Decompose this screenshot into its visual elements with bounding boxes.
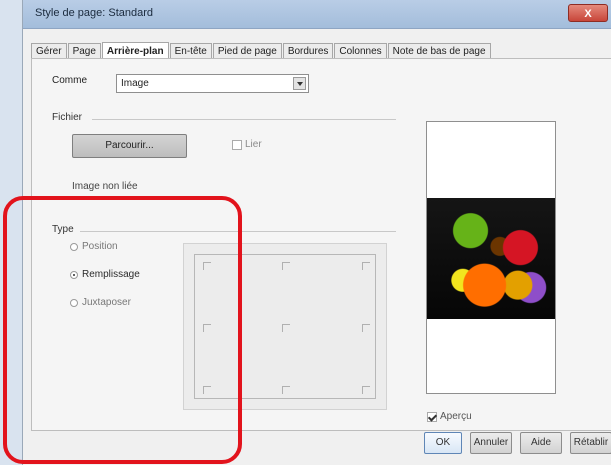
ok-button[interactable]: OK bbox=[424, 432, 462, 454]
file-status: Image non liée bbox=[72, 181, 138, 192]
preview-checkbox-box[interactable] bbox=[427, 411, 437, 422]
link-checkbox[interactable]: Lier bbox=[232, 139, 262, 150]
grid-point-middle-left[interactable] bbox=[203, 324, 211, 332]
tab-borders[interactable]: Bordures bbox=[282, 43, 334, 59]
background-tab-content: Comme Image Fichier Parcourir... Lier Im… bbox=[31, 58, 611, 431]
fill-radio-circle[interactable] bbox=[70, 270, 78, 279]
preview-checkbox-label: Aperçu bbox=[440, 411, 472, 422]
grid-point-middle-right[interactable] bbox=[362, 324, 370, 332]
reset-button[interactable]: Rétablir bbox=[570, 432, 611, 454]
grid-point-bottom-center[interactable] bbox=[282, 386, 290, 394]
tab-page[interactable]: Page bbox=[67, 43, 101, 59]
type-section-label: Type bbox=[52, 224, 74, 235]
grid-point-top-center[interactable] bbox=[282, 262, 290, 270]
help-button[interactable]: Aide bbox=[520, 432, 562, 454]
close-button[interactable]: X bbox=[568, 4, 608, 22]
preview-checkbox[interactable]: Aperçu bbox=[427, 411, 472, 422]
link-checkbox-label: Lier bbox=[245, 139, 262, 150]
screenshot-stage: Style de page: Standard X Gérer Page Arr… bbox=[0, 0, 611, 465]
preview-image bbox=[427, 198, 555, 319]
position-radio-circle[interactable] bbox=[70, 242, 78, 251]
grid-point-top-left[interactable] bbox=[203, 262, 211, 270]
as-label: Comme bbox=[52, 75, 88, 86]
type-options: Position Remplissage Juxtaposer bbox=[70, 241, 140, 308]
as-select[interactable]: Image bbox=[116, 74, 309, 93]
tab-strip: Gérer Page Arrière-plan En-tête Pied de … bbox=[31, 41, 492, 60]
cancel-button[interactable]: Annuler bbox=[470, 432, 512, 454]
tile-radio-circle[interactable] bbox=[70, 298, 78, 307]
preview-frame bbox=[426, 121, 556, 394]
tile-radio-label: Juxtaposer bbox=[82, 297, 131, 308]
fill-radio[interactable]: Remplissage bbox=[70, 269, 140, 280]
tab-footer[interactable]: Pied de page bbox=[212, 43, 282, 59]
tile-radio[interactable]: Juxtaposer bbox=[70, 297, 140, 308]
browse-button[interactable]: Parcourir... bbox=[72, 134, 187, 158]
grid-point-top-right[interactable] bbox=[362, 262, 370, 270]
window-title: Style de page: Standard bbox=[35, 7, 154, 19]
dialog-buttons: OK Annuler Aide Rétablir bbox=[424, 432, 611, 454]
file-section-label: Fichier bbox=[52, 112, 83, 123]
grid-point-bottom-left[interactable] bbox=[203, 386, 211, 394]
as-select-value: Image bbox=[121, 78, 149, 89]
link-checkbox-box[interactable] bbox=[232, 139, 242, 150]
tab-header[interactable]: En-tête bbox=[169, 43, 212, 59]
fill-radio-label: Remplissage bbox=[82, 269, 140, 280]
chevron-down-icon[interactable] bbox=[293, 77, 306, 90]
tab-gerer[interactable]: Gérer bbox=[31, 43, 67, 59]
position-grid[interactable] bbox=[183, 243, 387, 410]
position-radio[interactable]: Position bbox=[70, 241, 140, 252]
title-bar: Style de page: Standard X bbox=[23, 0, 611, 29]
tab-footnote[interactable]: Note de bas de page bbox=[387, 43, 491, 59]
type-separator bbox=[80, 231, 396, 232]
tab-columns[interactable]: Colonnes bbox=[334, 43, 387, 59]
file-separator bbox=[92, 119, 396, 120]
position-radio-label: Position bbox=[82, 241, 118, 252]
grid-point-center[interactable] bbox=[282, 324, 290, 332]
page-style-dialog: Style de page: Standard X Gérer Page Arr… bbox=[22, 0, 611, 465]
grid-point-bottom-right[interactable] bbox=[362, 386, 370, 394]
